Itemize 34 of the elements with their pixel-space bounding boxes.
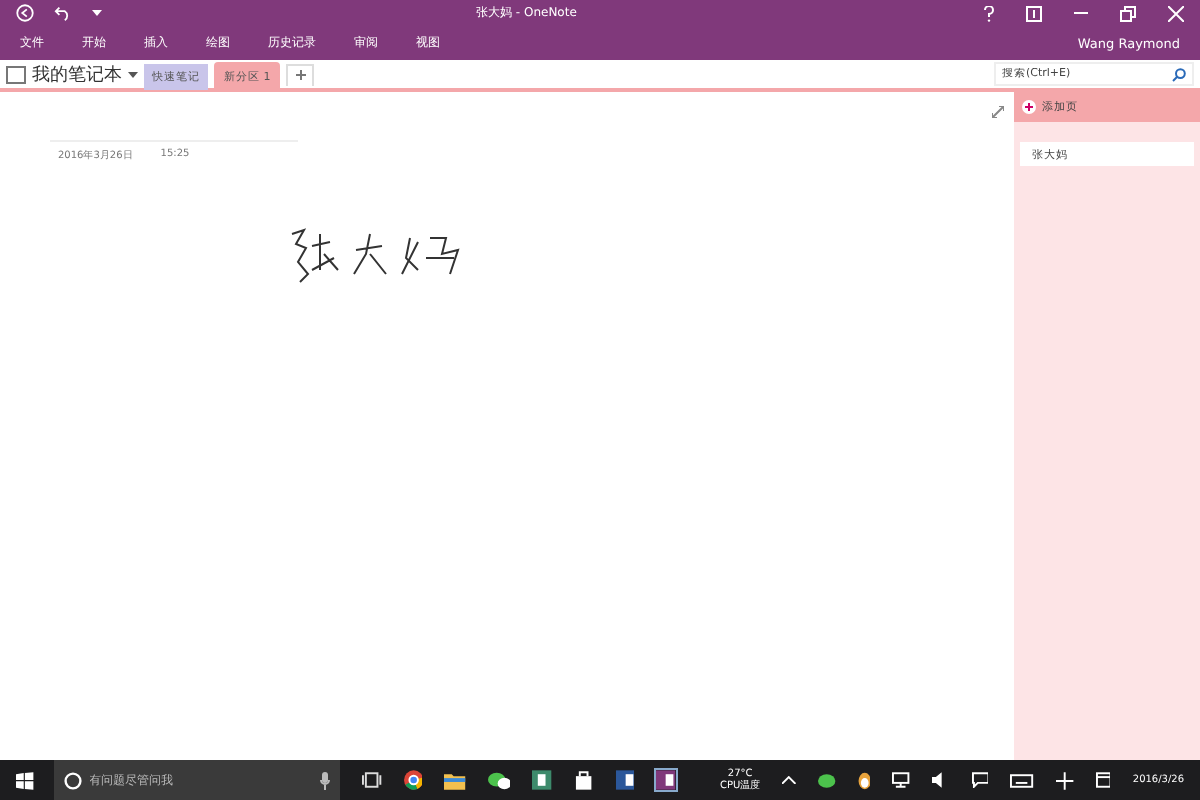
store-icon[interactable]: [574, 770, 594, 790]
calendar-icon[interactable]: [1095, 772, 1111, 788]
document-icon[interactable]: [532, 770, 553, 790]
back-icon[interactable]: [16, 4, 34, 22]
caret-up-icon[interactable]: [782, 776, 796, 784]
task-view-icon[interactable]: [361, 772, 382, 788]
start-icon[interactable]: [16, 771, 34, 789]
chat-icon[interactable]: [817, 773, 836, 787]
chat-icon[interactable]: [487, 771, 511, 789]
help-icon[interactable]: [984, 5, 994, 21]
notification-icon[interactable]: [971, 772, 989, 788]
folder-icon[interactable]: [444, 771, 466, 789]
ribbon-display-icon[interactable]: [1026, 5, 1042, 21]
notebook-app-icon[interactable]: [656, 770, 676, 790]
dropdown-icon[interactable]: [128, 71, 138, 77]
search-icon: [1172, 67, 1186, 81]
plus-icon: [295, 70, 306, 80]
notebook-name[interactable]: 我的笔记本: [32, 61, 122, 87]
close-icon[interactable]: [1168, 5, 1184, 21]
browser-icon[interactable]: [403, 770, 423, 790]
expand-icon[interactable]: [992, 106, 1004, 118]
network-icon[interactable]: [892, 772, 911, 788]
cortana-icon: [63, 771, 82, 789]
microphone-icon[interactable]: [319, 771, 330, 789]
keyboard-icon[interactable]: [1010, 773, 1034, 787]
input-method-icon[interactable]: [1055, 771, 1074, 789]
dropdown-icon[interactable]: [92, 10, 102, 16]
plus-circle-icon: [1022, 100, 1036, 114]
word-icon[interactable]: [615, 770, 635, 790]
minimize-icon[interactable]: [1074, 11, 1088, 15]
restore-icon[interactable]: [1120, 5, 1136, 21]
undo-icon[interactable]: [54, 4, 72, 22]
add-section-tab[interactable]: [286, 63, 315, 85]
notebook-icon[interactable]: [6, 65, 26, 83]
